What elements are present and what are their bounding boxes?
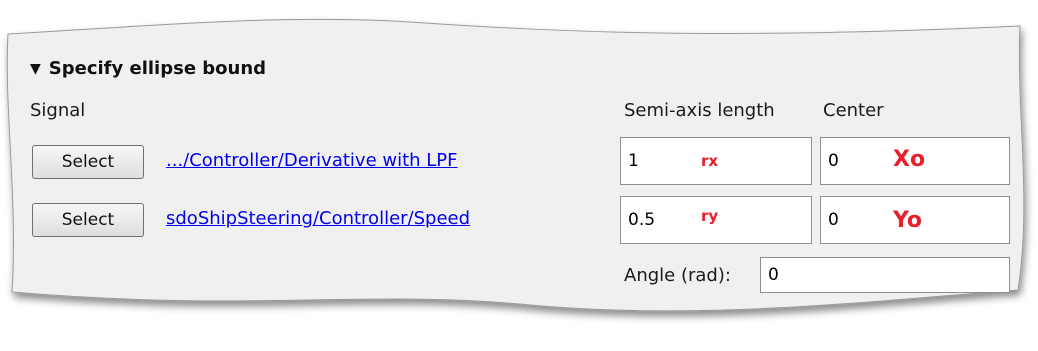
select-button-2[interactable]: Select [32, 203, 144, 237]
center-header: Center [823, 100, 884, 121]
yo-annotation: Yo [893, 208, 923, 233]
semi-axis-input-1[interactable]: 1 rx [620, 137, 812, 185]
section-header[interactable]: ▼ Specify ellipse bound [30, 58, 266, 79]
angle-input[interactable]: 0 [760, 257, 1010, 293]
triangle-down-icon[interactable]: ▼ [30, 61, 41, 77]
signal-link-1[interactable]: .../Controller/Derivative with LPF [166, 150, 458, 171]
center-value-2: 0 [828, 210, 839, 230]
signal-header: Signal [30, 100, 86, 121]
signal-link-2[interactable]: sdoShipSteering/Controller/Speed [166, 208, 470, 229]
ry-annotation: ry [701, 207, 719, 225]
center-value-1: 0 [828, 151, 839, 171]
section-title: Specify ellipse bound [48, 58, 267, 79]
select-button-1[interactable]: Select [32, 145, 144, 179]
center-input-1[interactable]: 0 Xo [820, 137, 1010, 185]
semi-axis-value-2: 0.5 [628, 210, 656, 230]
center-input-2[interactable]: 0 Yo [820, 196, 1010, 244]
semi-axis-value-1: 1 [628, 151, 639, 171]
semi-axis-input-2[interactable]: 0.5 ry [620, 196, 812, 244]
semi-axis-header: Semi-axis length [624, 100, 775, 121]
xo-annotation: Xo [893, 147, 926, 172]
angle-value: 0 [768, 265, 779, 285]
angle-label: Angle (rad): [624, 265, 731, 286]
rx-annotation: rx [701, 152, 719, 170]
